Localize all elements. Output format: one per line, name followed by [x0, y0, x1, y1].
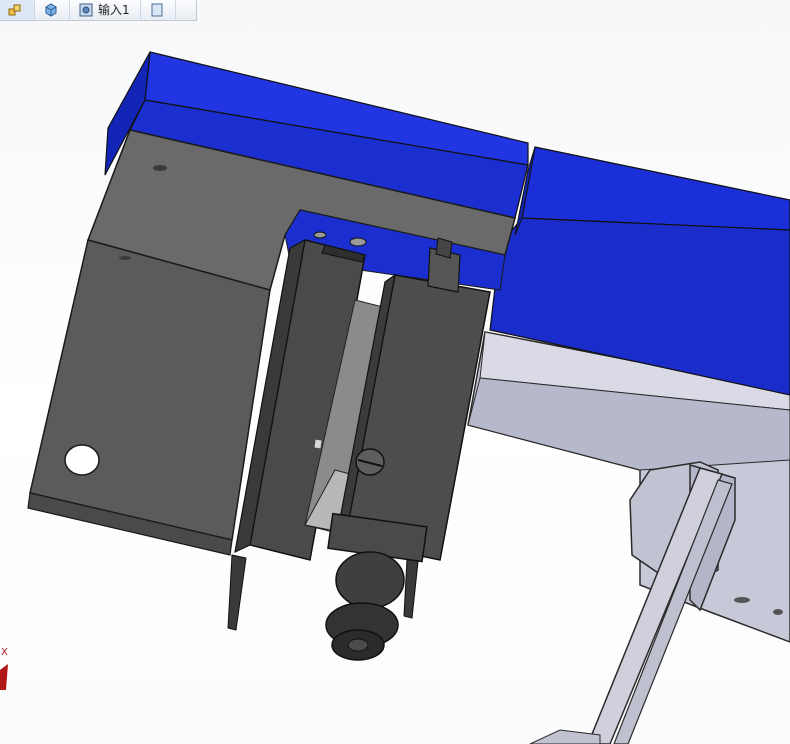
breadcrumb-feature-label: 输入1 — [98, 3, 130, 17]
part-icon — [43, 2, 59, 18]
breadcrumb-item-assembly[interactable] — [0, 0, 35, 20]
assembly-icon — [8, 2, 24, 18]
model-scene[interactable] — [0, 0, 790, 744]
graphics-viewport[interactable]: 输入1 X — [0, 0, 790, 744]
feature-breadcrumb: 输入1 — [0, 0, 197, 21]
orientation-triad: X — [0, 648, 20, 692]
feature-icon — [78, 2, 94, 18]
breadcrumb-item-part[interactable] — [35, 0, 70, 20]
breadcrumb-item-feature[interactable]: 输入1 — [70, 0, 141, 20]
breadcrumb-item-plane[interactable] — [141, 0, 176, 20]
triad-x-label: X — [1, 647, 8, 658]
sketch-plane-icon — [149, 2, 165, 18]
